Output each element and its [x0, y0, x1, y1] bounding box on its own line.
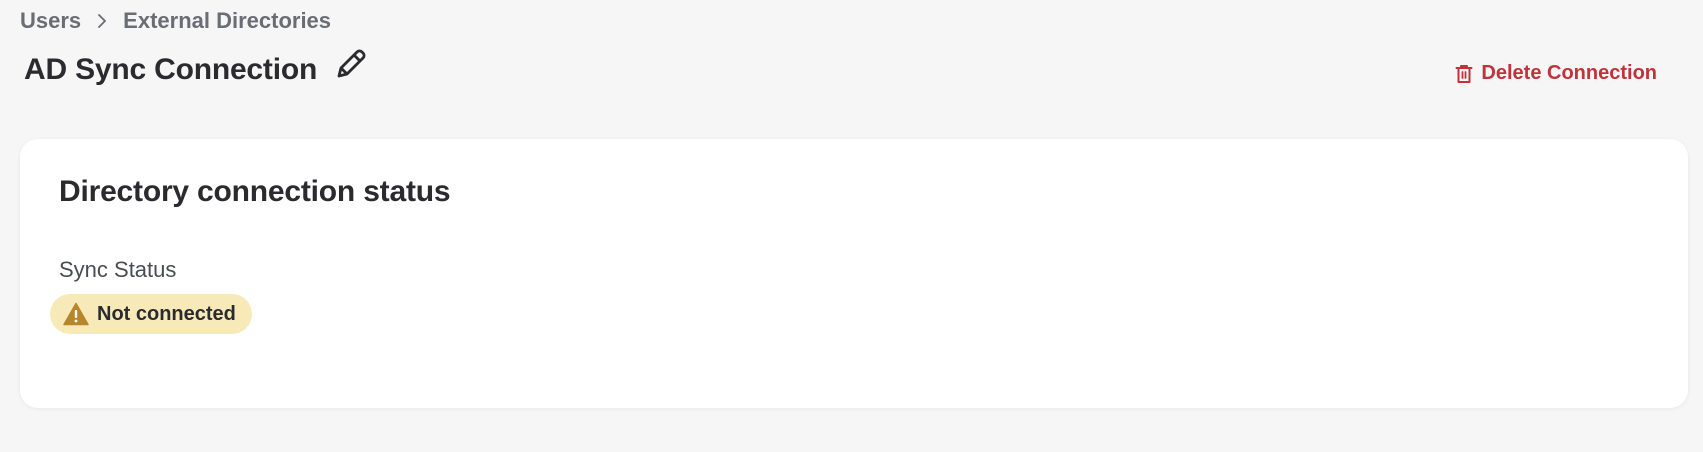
edit-title-button[interactable] — [331, 46, 371, 86]
status-badge: Not connected — [50, 294, 252, 334]
sync-status-label: Sync Status — [59, 257, 177, 282]
breadcrumb: Users External Directories — [20, 8, 331, 34]
delete-connection-button[interactable]: Delete Connection — [1455, 62, 1657, 85]
pencil-icon — [333, 46, 369, 87]
breadcrumb-item-users[interactable]: Users — [20, 8, 81, 34]
delete-connection-label: Delete Connection — [1481, 62, 1657, 84]
status-badge-label: Not connected — [97, 302, 236, 325]
page-title: AD Sync Connection — [24, 53, 318, 86]
chevron-right-icon — [97, 14, 107, 28]
trash-icon — [1455, 64, 1473, 84]
connection-status-card: Directory connection status Sync Status … — [20, 139, 1688, 408]
breadcrumb-item-external-directories[interactable]: External Directories — [123, 8, 331, 34]
title-row: AD Sync Connection — [24, 48, 371, 90]
warning-icon — [63, 302, 89, 326]
card-title: Directory connection status — [59, 175, 451, 208]
